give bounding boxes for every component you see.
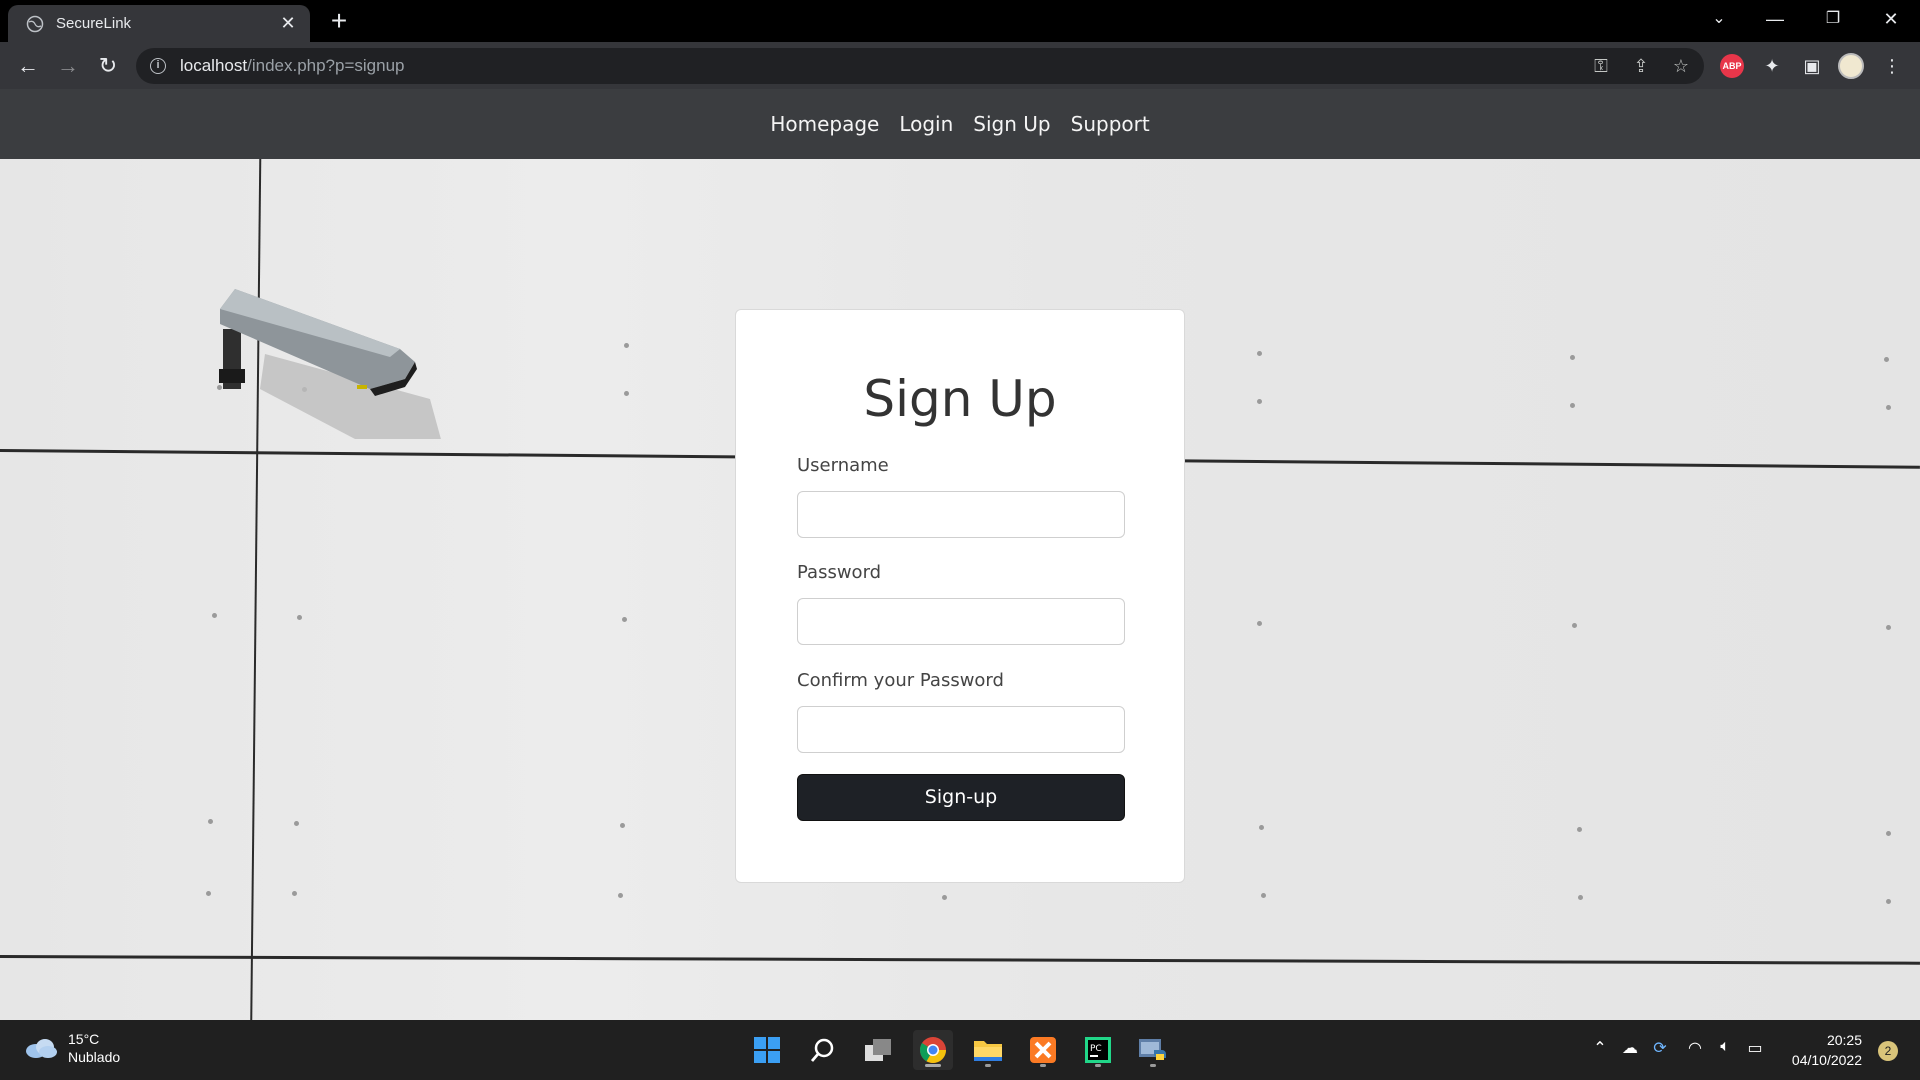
- tab-search-icon[interactable]: ⌄: [1690, 0, 1748, 40]
- username-label: Username: [797, 455, 889, 476]
- nav-signup[interactable]: Sign Up: [973, 112, 1050, 136]
- username-field[interactable]: [797, 491, 1125, 538]
- restore-icon[interactable]: ❐: [1804, 0, 1862, 40]
- url-path: /index.php?p=signup: [247, 56, 405, 75]
- adblock-icon[interactable]: ABP: [1720, 54, 1744, 78]
- url-host: localhost: [180, 56, 248, 75]
- back-icon[interactable]: ←: [12, 50, 44, 82]
- forward-icon[interactable]: →: [52, 50, 84, 82]
- svg-text:PC: PC: [1090, 1044, 1102, 1054]
- xampp-icon[interactable]: [1023, 1030, 1063, 1070]
- wall-seam: [250, 89, 262, 1020]
- reload-icon[interactable]: ↻: [92, 50, 124, 82]
- wall-seam: [0, 955, 1920, 965]
- globe-icon: [26, 15, 44, 32]
- python-icon[interactable]: [1133, 1030, 1173, 1070]
- password-field[interactable]: [797, 598, 1125, 645]
- weather-widget[interactable]: 15°C Nublado: [24, 1030, 120, 1066]
- onedrive-icon[interactable]: ☁: [1618, 1038, 1642, 1058]
- extensions-icon[interactable]: ✦: [1758, 52, 1786, 80]
- key-icon[interactable]: ⚿: [1588, 53, 1614, 79]
- password-label: Password: [797, 562, 882, 583]
- weather-temp: 15°C: [68, 1031, 100, 1047]
- nav-support[interactable]: Support: [1071, 112, 1150, 136]
- browser-tab[interactable]: SecureLink ✕: [8, 5, 310, 42]
- chrome-icon[interactable]: [913, 1030, 953, 1070]
- side-panel-icon[interactable]: ▣: [1798, 52, 1826, 80]
- menu-dots-icon[interactable]: ⋮: [1878, 52, 1906, 80]
- weather-desc: Nublado: [68, 1049, 121, 1065]
- page-viewport: Homepage Login Sign Up Support Sign Up U…: [0, 89, 1920, 1020]
- minimize-icon[interactable]: —: [1746, 0, 1804, 40]
- volume-icon[interactable]: 🔈︎: [1713, 1038, 1737, 1056]
- nav-homepage[interactable]: Homepage: [770, 112, 879, 136]
- window-close-icon[interactable]: ✕: [1862, 0, 1920, 40]
- confirm-password-field[interactable]: [797, 706, 1125, 753]
- site-navbar: Homepage Login Sign Up Support: [0, 89, 1920, 159]
- signup-card: Sign Up Username Password Confirm your P…: [735, 309, 1185, 883]
- signup-button[interactable]: Sign-up: [797, 774, 1125, 821]
- profile-avatar[interactable]: [1838, 53, 1864, 79]
- taskbar: 15°C Nublado PC ⌃ ☁ ⟳ ◠ 🔈︎ ▭ 20:25 04/10…: [0, 1020, 1920, 1080]
- browser-toolbar: ← → ↻ i localhost/index.php?p=signup ⚿ ⇪…: [0, 42, 1920, 89]
- search-icon[interactable]: [803, 1030, 843, 1070]
- new-tab-icon[interactable]: +: [324, 6, 354, 36]
- address-bar[interactable]: i localhost/index.php?p=signup: [136, 48, 1704, 84]
- file-explorer-icon[interactable]: [968, 1030, 1008, 1070]
- clock-date: 04/10/2022: [1791, 1052, 1862, 1068]
- task-view-icon[interactable]: [858, 1030, 898, 1070]
- share-icon[interactable]: ⇪: [1628, 53, 1654, 79]
- clock-time: 20:25: [1826, 1032, 1862, 1048]
- site-info-icon[interactable]: i: [150, 58, 166, 74]
- confirm-password-label: Confirm your Password: [797, 670, 1004, 691]
- bookmark-star-icon[interactable]: ☆: [1668, 53, 1694, 79]
- start-icon[interactable]: [747, 1030, 787, 1070]
- battery-icon[interactable]: ▭: [1743, 1038, 1767, 1058]
- sync-icon[interactable]: ⟳: [1648, 1038, 1672, 1058]
- tab-title: SecureLink: [56, 15, 132, 32]
- page-title: Sign Up: [863, 370, 1057, 428]
- security-camera-image: [219, 289, 441, 439]
- browser-tabbar: SecureLink ✕ + ⌄ — ❐ ✕: [0, 0, 1920, 42]
- clock[interactable]: 20:25 04/10/2022: [1792, 1030, 1862, 1070]
- pycharm-icon[interactable]: PC: [1078, 1030, 1118, 1070]
- tab-close-icon[interactable]: ✕: [278, 13, 298, 34]
- tray-chevron-icon[interactable]: ⌃: [1588, 1038, 1612, 1058]
- nav-login[interactable]: Login: [899, 112, 953, 136]
- notification-badge[interactable]: 2: [1878, 1041, 1898, 1061]
- cloud-icon: [26, 1039, 57, 1058]
- wifi-icon[interactable]: ◠: [1683, 1038, 1707, 1058]
